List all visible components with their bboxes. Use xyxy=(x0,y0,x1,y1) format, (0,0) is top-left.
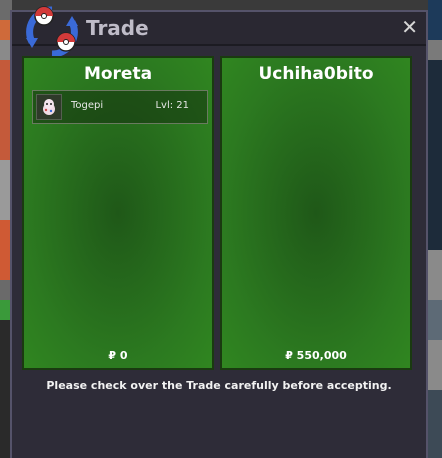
pokeball-swap-icon xyxy=(26,6,78,58)
money-offer: ₽ 0 xyxy=(108,349,128,362)
window-title: Trade xyxy=(86,16,149,40)
partner-money-offer: ₽ 550,000 xyxy=(285,349,347,362)
partner-name: Uchiha0bito xyxy=(258,64,374,84)
trade-panel-partner: Uchiha0bito ₽ 550,000 xyxy=(220,56,412,370)
trade-item[interactable]: Togepi Lvl: 21 xyxy=(32,90,208,124)
player-name: Moreta xyxy=(83,64,153,84)
pokemon-name: Togepi xyxy=(71,100,104,111)
trade-panel-self: Moreta Togepi Lvl: 21 ₽ 0 xyxy=(22,56,214,370)
close-icon[interactable]: ✕ xyxy=(401,15,418,39)
trade-window: Trade ✕ Moreta Togepi Lvl: 21 ₽ 0 Uchiha… xyxy=(10,6,428,458)
trade-notice: Please check over the Trade carefully be… xyxy=(46,379,392,392)
togepi-icon xyxy=(36,94,62,120)
game-background-right xyxy=(428,0,442,458)
pokemon-level: Lvl: 21 xyxy=(155,100,189,111)
